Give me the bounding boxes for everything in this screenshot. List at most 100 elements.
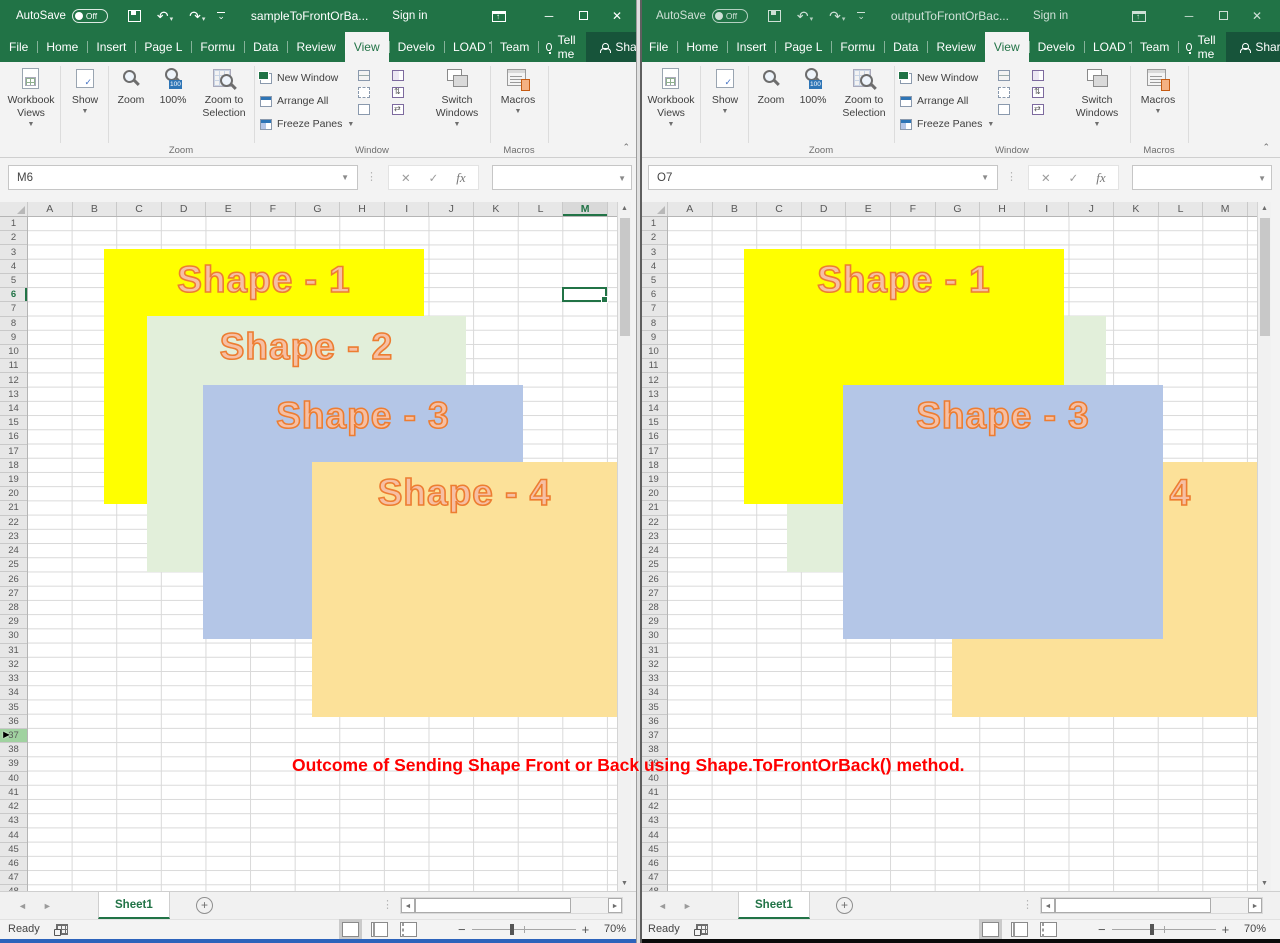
ribbon-tab-develo[interactable]: Develo — [389, 32, 444, 62]
horizontal-scrollbar-thumb[interactable] — [1055, 898, 1211, 913]
save-icon[interactable] — [768, 10, 781, 22]
split-icon[interactable] — [358, 70, 370, 81]
unhide-window-icon[interactable] — [358, 104, 370, 115]
next-sheet-arrow-icon[interactable]: ► — [683, 901, 692, 911]
scroll-left-arrow-icon[interactable]: ◄ — [1041, 898, 1055, 913]
redo-icon[interactable]: ↷▾ — [189, 9, 205, 23]
row-header-28[interactable]: 28 — [640, 601, 667, 615]
row-header-41[interactable]: 41 — [0, 786, 27, 800]
row-header-12[interactable]: 12 — [0, 373, 27, 387]
zoom-out-button[interactable]: − — [1098, 922, 1106, 937]
column-header-K[interactable]: K — [474, 202, 519, 216]
arrange-all-button[interactable]: Arrange All — [260, 93, 328, 109]
ribbon-tab-view[interactable]: View — [345, 32, 389, 62]
row-header-13[interactable]: 13 — [0, 388, 27, 402]
expand-formula-bar-caret[interactable]: ▼ — [618, 174, 626, 183]
column-header-I[interactable]: I — [385, 202, 430, 216]
next-sheet-arrow-icon[interactable]: ► — [43, 901, 52, 911]
row-header-47[interactable]: 47 — [640, 871, 667, 885]
row-header-5[interactable]: 5 — [640, 274, 667, 288]
customize-quick-access-toolbar-icon[interactable]: ⌄ — [857, 12, 865, 19]
ribbon-tab-home[interactable]: Home — [37, 32, 87, 62]
row-header-3[interactable]: 3 — [0, 245, 27, 259]
record-macro-icon[interactable] — [56, 924, 68, 935]
row-header-18[interactable]: 18 — [0, 459, 27, 473]
row-header-33[interactable]: 33 — [640, 672, 667, 686]
row-header-15[interactable]: 15 — [640, 416, 667, 430]
column-header-M[interactable]: M — [1203, 202, 1248, 216]
workbook-views-button[interactable]: Workbook Views ▼ — [644, 65, 698, 130]
redo-dropdown-caret[interactable]: ▾ — [842, 16, 846, 23]
row-header-37[interactable]: 37► — [0, 729, 27, 743]
row-header-47[interactable]: 47 — [0, 871, 27, 885]
row-header-20[interactable]: 20 — [640, 487, 667, 501]
split-icon[interactable] — [998, 70, 1010, 81]
share-button[interactable]: Share — [1226, 32, 1280, 62]
ribbon-tab-load-t[interactable]: LOAD T — [1084, 32, 1131, 62]
row-header-40[interactable]: 40 — [0, 772, 27, 786]
ribbon-tab-load-t[interactable]: LOAD T — [444, 32, 491, 62]
row-header-36[interactable]: 36 — [0, 715, 27, 729]
view-side-by-side-icon[interactable] — [392, 70, 404, 81]
row-header-34[interactable]: 34 — [0, 686, 27, 700]
zoom-percentage[interactable]: 70% — [1244, 923, 1266, 935]
enter-icon[interactable]: ✓ — [1069, 171, 1079, 185]
ribbon-tab-review[interactable]: Review — [287, 32, 344, 62]
row-header-9[interactable]: 9 — [640, 331, 667, 345]
page-layout-view-icon[interactable] — [1011, 922, 1028, 937]
row-header-11[interactable]: 11 — [640, 359, 667, 373]
row-header-19[interactable]: 19 — [0, 473, 27, 487]
zoom-100-button[interactable]: 100 100% — [153, 65, 193, 107]
cancel-icon[interactable]: ✕ — [1041, 171, 1051, 185]
horizontal-scrollbar[interactable]: ◄ ► — [400, 897, 623, 914]
sheet-tab-sheet1[interactable]: Sheet1 — [738, 892, 810, 919]
formula-input[interactable]: ▼ — [492, 165, 632, 190]
column-header-G[interactable]: G — [936, 202, 981, 216]
reset-window-position-icon[interactable] — [392, 104, 404, 115]
column-header-C[interactable]: C — [117, 202, 162, 216]
formula-bar-drag-dots[interactable]: ⋮ — [1006, 170, 1017, 183]
ribbon-tab-review[interactable]: Review — [927, 32, 984, 62]
redo-dropdown-caret[interactable]: ▾ — [202, 16, 206, 23]
row-header-24[interactable]: 24 — [0, 544, 27, 558]
zoom-in-button[interactable]: + — [582, 922, 590, 937]
column-header-F[interactable]: F — [251, 202, 296, 216]
column-header-J[interactable]: J — [1069, 202, 1114, 216]
column-header-H[interactable]: H — [980, 202, 1025, 216]
row-header-3[interactable]: 3 — [640, 245, 667, 259]
row-header-32[interactable]: 32 — [640, 658, 667, 672]
row-header-45[interactable]: 45 — [0, 843, 27, 857]
column-header-L[interactable]: L — [519, 202, 564, 216]
row-header-44[interactable]: 44 — [640, 828, 667, 842]
sign-in-link[interactable]: Sign in — [392, 10, 427, 22]
shape-shape4[interactable]: Shape - 4 — [312, 462, 617, 717]
row-header-8[interactable]: 8 — [0, 317, 27, 331]
ribbon-tab-page-l[interactable]: Page L — [135, 32, 191, 62]
new-sheet-button[interactable]: + — [836, 897, 853, 914]
row-header-1[interactable]: 1 — [640, 217, 667, 231]
row-header-14[interactable]: 14 — [640, 402, 667, 416]
row-header-12[interactable]: 12 — [640, 373, 667, 387]
normal-view-icon[interactable] — [342, 922, 359, 937]
row-header-17[interactable]: 17 — [640, 445, 667, 459]
unhide-window-icon[interactable] — [998, 104, 1010, 115]
ribbon-tab-file[interactable]: File — [0, 32, 37, 62]
undo-icon[interactable]: ↶▾ — [797, 9, 813, 23]
row-header-31[interactable]: 31 — [0, 644, 27, 658]
shape-shape3[interactable]: Shape - 3 — [843, 385, 1163, 639]
save-icon[interactable] — [128, 10, 141, 22]
name-box[interactable]: M6 ▼ — [8, 165, 358, 190]
row-header-41[interactable]: 41 — [640, 786, 667, 800]
row-header-11[interactable]: 11 — [0, 359, 27, 373]
page-break-preview-icon[interactable] — [400, 922, 417, 937]
zoom-in-button[interactable]: + — [1222, 922, 1230, 937]
ribbon-tab-team[interactable]: Team — [491, 32, 538, 62]
ribbon-tab-develo[interactable]: Develo — [1029, 32, 1084, 62]
normal-view-icon[interactable] — [982, 922, 999, 937]
row-header-39[interactable]: 39 — [0, 757, 27, 771]
row-header-46[interactable]: 46 — [0, 857, 27, 871]
row-header-24[interactable]: 24 — [640, 544, 667, 558]
row-header-43[interactable]: 43 — [0, 814, 27, 828]
show-button[interactable]: Show ▼ — [64, 65, 106, 117]
column-header-E[interactable]: E — [846, 202, 891, 216]
